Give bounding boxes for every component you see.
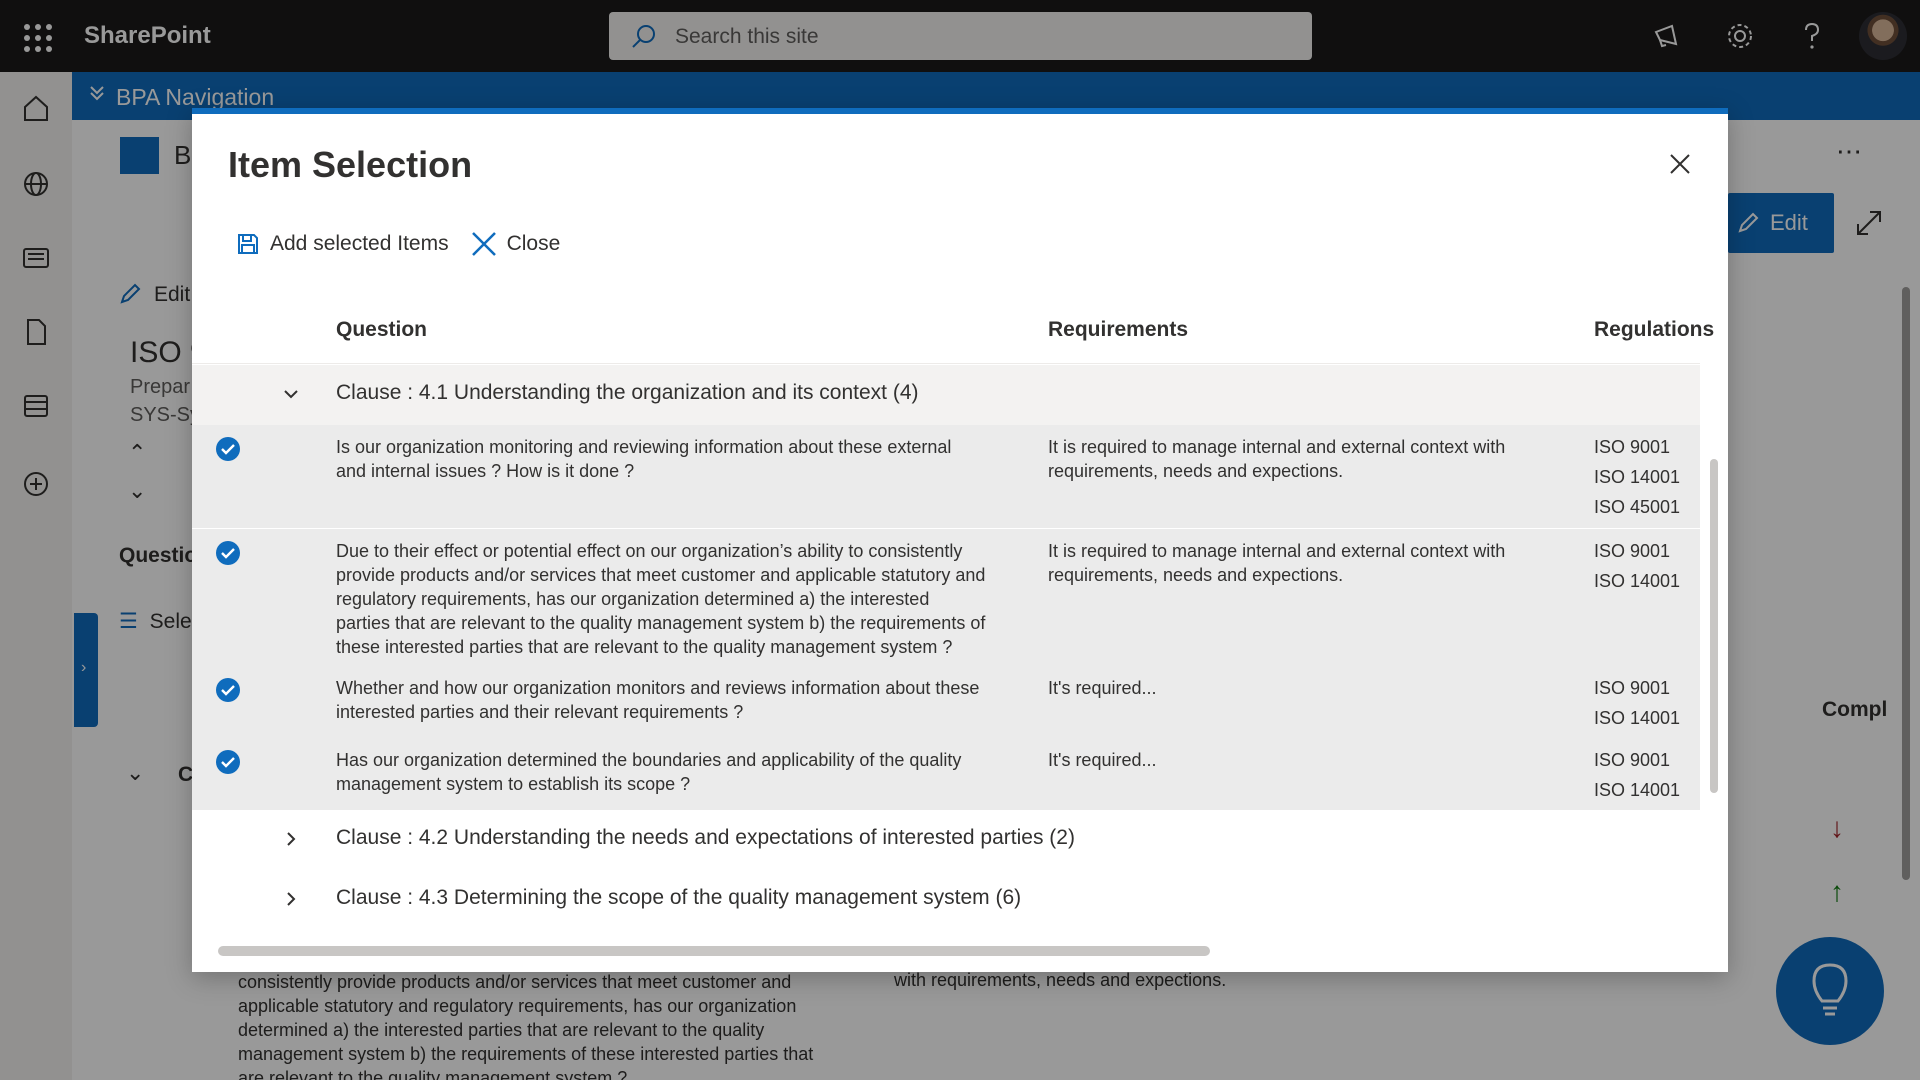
regulations-cell: ISO 9001 ISO 14001 ISO 45001 bbox=[1594, 432, 1704, 522]
close-button[interactable]: Close bbox=[471, 231, 561, 257]
group-header[interactable]: Clause : 4.3 Determining the scope of th… bbox=[192, 870, 1700, 930]
list-item[interactable]: Has our organization determined the boun… bbox=[192, 738, 1700, 810]
regulation-item: ISO 9001 bbox=[1594, 437, 1671, 457]
question-cell: Has our organization determined the boun… bbox=[336, 750, 962, 794]
regulation-item: ISO 14001 bbox=[1594, 571, 1681, 591]
column-header-regulations[interactable]: Regulations bbox=[1594, 318, 1714, 342]
row-checkbox[interactable] bbox=[216, 678, 240, 702]
chevron-right-icon[interactable] bbox=[280, 828, 302, 850]
requirements-cell: It is required to manage internal and ex… bbox=[1048, 541, 1506, 585]
column-header-requirements[interactable]: Requirements bbox=[1048, 318, 1188, 342]
checkmark-icon bbox=[221, 757, 235, 768]
row-checkbox[interactable] bbox=[216, 750, 240, 774]
regulation-item: ISO 45001 bbox=[1594, 497, 1681, 517]
group-header[interactable]: Clause : 4.1 Understanding the organizat… bbox=[192, 365, 1700, 425]
question-cell: Due to their effect or potential effect … bbox=[336, 541, 986, 657]
list-item[interactable]: Whether and how our organization monitor… bbox=[192, 666, 1700, 738]
save-icon bbox=[238, 234, 258, 254]
regulations-cell: ISO 9001 ISO 14001 bbox=[1594, 536, 1704, 596]
requirements-cell: It is required to manage internal and ex… bbox=[1048, 437, 1506, 481]
grouped-list: Clause : 4.1 Understanding the organizat… bbox=[192, 365, 1700, 930]
regulation-item: ISO 14001 bbox=[1594, 780, 1681, 800]
regulation-item: ISO 9001 bbox=[1594, 678, 1671, 698]
column-header-question[interactable]: Question bbox=[336, 318, 427, 342]
item-selection-dialog: Item Selection Add selected Items Close … bbox=[192, 108, 1728, 972]
close-icon bbox=[471, 232, 496, 256]
group-title: Clause : 4.3 Determining the scope of th… bbox=[336, 886, 1022, 909]
close-icon[interactable] bbox=[1668, 152, 1692, 176]
dialog-title: Item Selection bbox=[228, 144, 473, 185]
regulation-item: ISO 9001 bbox=[1594, 750, 1671, 770]
chevron-right-icon[interactable] bbox=[280, 888, 302, 910]
add-selected-items-button[interactable]: Add selected Items bbox=[236, 232, 449, 256]
group-title: Clause : 4.2 Understanding the needs and… bbox=[336, 826, 1075, 849]
list-item[interactable]: Due to their effect or potential effect … bbox=[192, 528, 1700, 666]
regulation-item: ISO 14001 bbox=[1594, 467, 1681, 487]
regulation-item: ISO 9001 bbox=[1594, 541, 1671, 561]
close-label: Close bbox=[506, 232, 561, 255]
list-item[interactable]: Is our organization monitoring and revie… bbox=[192, 425, 1700, 528]
checkmark-icon bbox=[221, 548, 235, 559]
row-checkbox[interactable] bbox=[216, 541, 240, 565]
question-cell: Whether and how our organization monitor… bbox=[336, 678, 980, 722]
checkmark-icon bbox=[221, 444, 235, 455]
regulations-cell: ISO 9001 ISO 14001 bbox=[1594, 745, 1704, 805]
row-checkbox[interactable] bbox=[216, 437, 240, 461]
requirements-cell: It's required... bbox=[1048, 750, 1157, 770]
chevron-down-icon[interactable] bbox=[280, 383, 302, 405]
requirements-cell: It's required... bbox=[1048, 678, 1157, 698]
vertical-scrollbar[interactable] bbox=[1710, 459, 1718, 793]
horizontal-scrollbar[interactable] bbox=[218, 946, 1210, 956]
add-selected-items-label: Add selected Items bbox=[270, 232, 449, 255]
group-header[interactable]: Clause : 4.2 Understanding the needs and… bbox=[192, 810, 1700, 870]
command-bar: Add selected Items Close bbox=[236, 226, 582, 262]
question-cell: Is our organization monitoring and revie… bbox=[336, 437, 952, 481]
column-header-row: Question Requirements Regulations bbox=[192, 304, 1714, 364]
regulations-cell: ISO 9001 ISO 14001 bbox=[1594, 673, 1704, 733]
group-title: Clause : 4.1 Understanding the organizat… bbox=[336, 381, 919, 404]
checkmark-icon bbox=[221, 685, 235, 696]
regulation-item: ISO 14001 bbox=[1594, 708, 1681, 728]
